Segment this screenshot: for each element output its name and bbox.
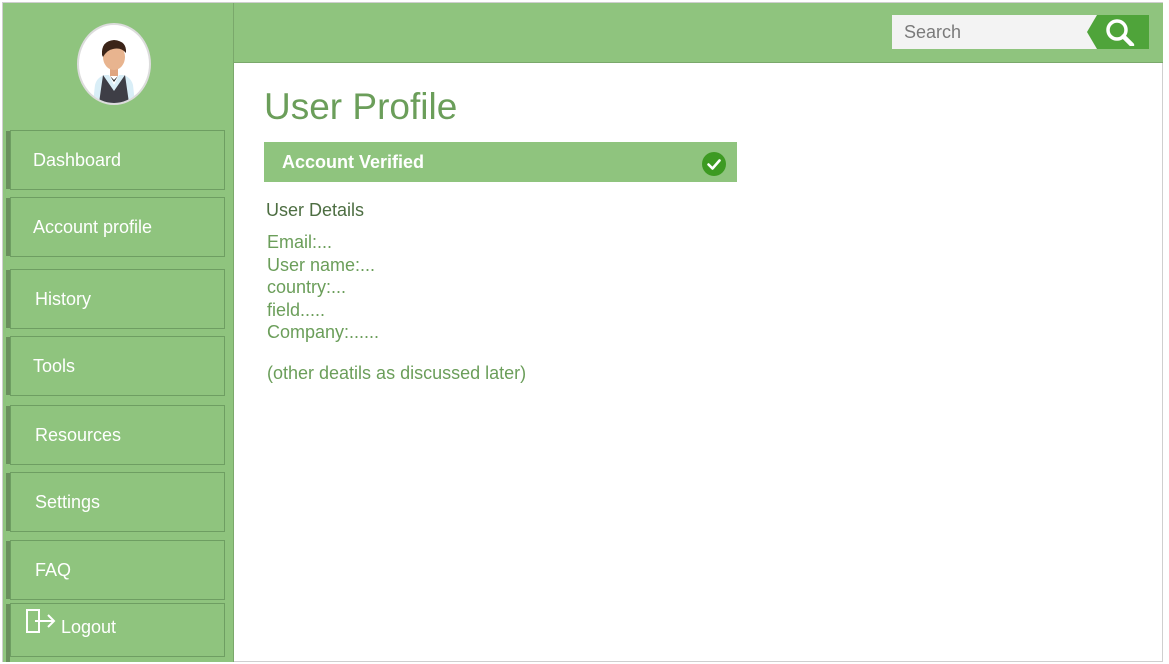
sidebar-item-tools[interactable]: Tools <box>6 336 225 396</box>
sidebar-item-label: Dashboard <box>33 150 122 170</box>
sidebar-item-label: Logout <box>61 617 117 637</box>
sidebar: Dashboard Account profile History Tools … <box>3 3 234 662</box>
user-details-list: Email:... User name:... country:... fiel… <box>267 231 379 344</box>
detail-field: field..... <box>267 299 326 320</box>
user-details-heading: User Details <box>266 200 365 220</box>
search-button[interactable] <box>1087 15 1149 49</box>
sidebar-item-label: Resources <box>35 425 122 445</box>
account-verified-banner: Account Verified <box>264 142 737 182</box>
sidebar-item-settings[interactable]: Settings <box>6 472 225 532</box>
detail-company: Company:...... <box>267 322 380 342</box>
top-bar <box>234 3 1163 63</box>
sidebar-item-label: FAQ <box>35 560 72 580</box>
details-note: (other deatils as discussed later) <box>267 363 527 383</box>
detail-country: country:... <box>267 277 347 297</box>
sidebar-item-dashboard[interactable]: Dashboard <box>6 130 225 190</box>
user-avatar-icon <box>93 40 135 103</box>
sidebar-item-label: Tools <box>33 356 76 376</box>
logout-icon <box>25 605 57 651</box>
page-title: User Profile <box>264 86 458 127</box>
search-input[interactable] <box>892 15 1097 49</box>
sidebar-item-label: History <box>35 289 92 309</box>
check-circle-icon <box>702 150 726 190</box>
search-icon <box>1106 19 1135 46</box>
sidebar-item-resources[interactable]: Resources <box>6 405 225 465</box>
sidebar-item-faq[interactable]: FAQ <box>6 540 225 600</box>
verified-label: Account Verified <box>282 152 425 172</box>
detail-username: User name:... <box>267 254 376 275</box>
sidebar-item-account-profile[interactable]: Account profile <box>6 197 225 257</box>
sidebar-item-label: Account profile <box>33 217 153 237</box>
logout-button[interactable]: Logout <box>6 603 225 662</box>
sidebar-item-label: Settings <box>35 492 101 512</box>
detail-email: Email:... <box>267 232 333 252</box>
sidebar-item-history[interactable]: History <box>6 269 225 329</box>
avatar[interactable] <box>77 23 151 105</box>
